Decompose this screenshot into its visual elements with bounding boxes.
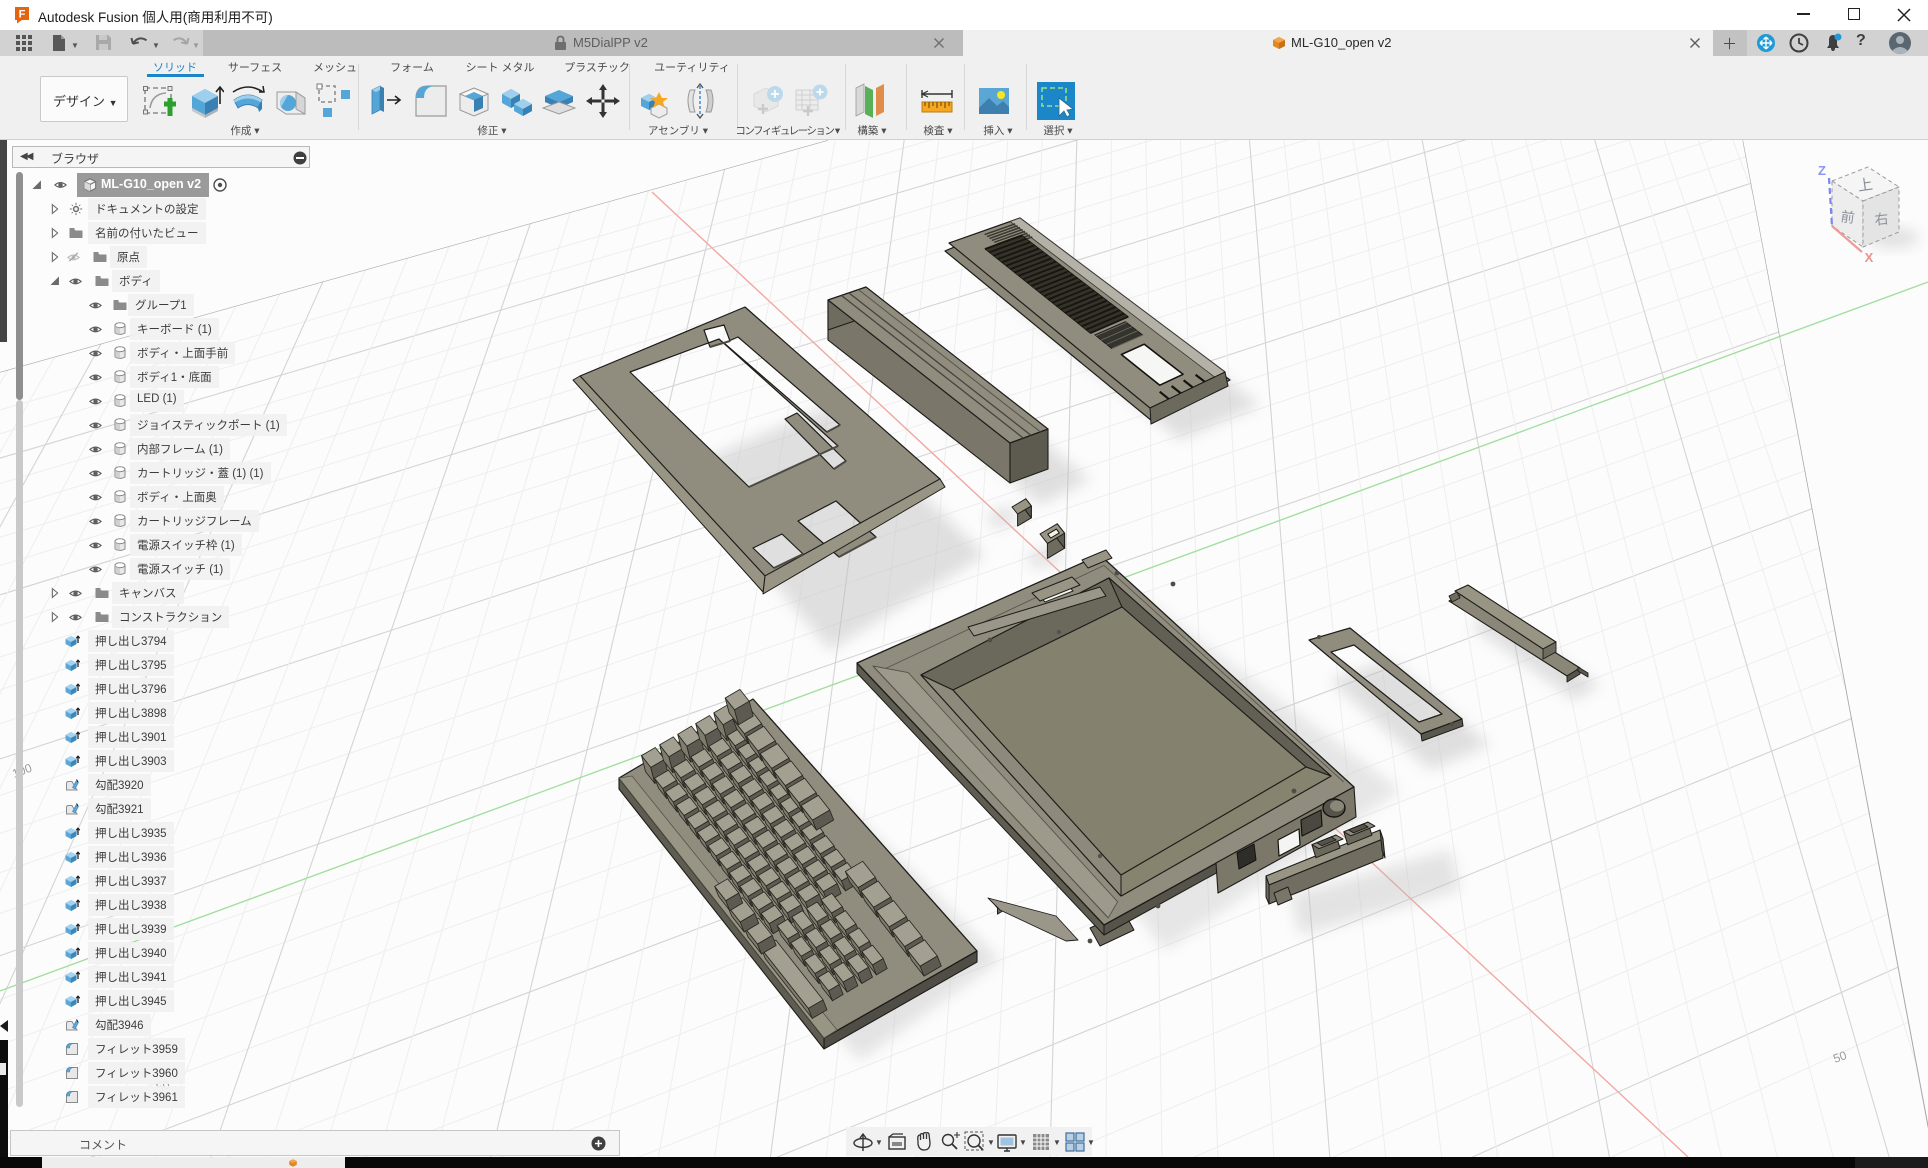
svg-text:X: X xyxy=(1865,250,1874,265)
svg-text:右: 右 xyxy=(1874,210,1890,227)
svg-text:前: 前 xyxy=(1840,208,1856,226)
svg-text:F: F xyxy=(19,9,26,21)
svg-text:上: 上 xyxy=(1857,176,1874,195)
svg-text:Z: Z xyxy=(1818,163,1826,178)
